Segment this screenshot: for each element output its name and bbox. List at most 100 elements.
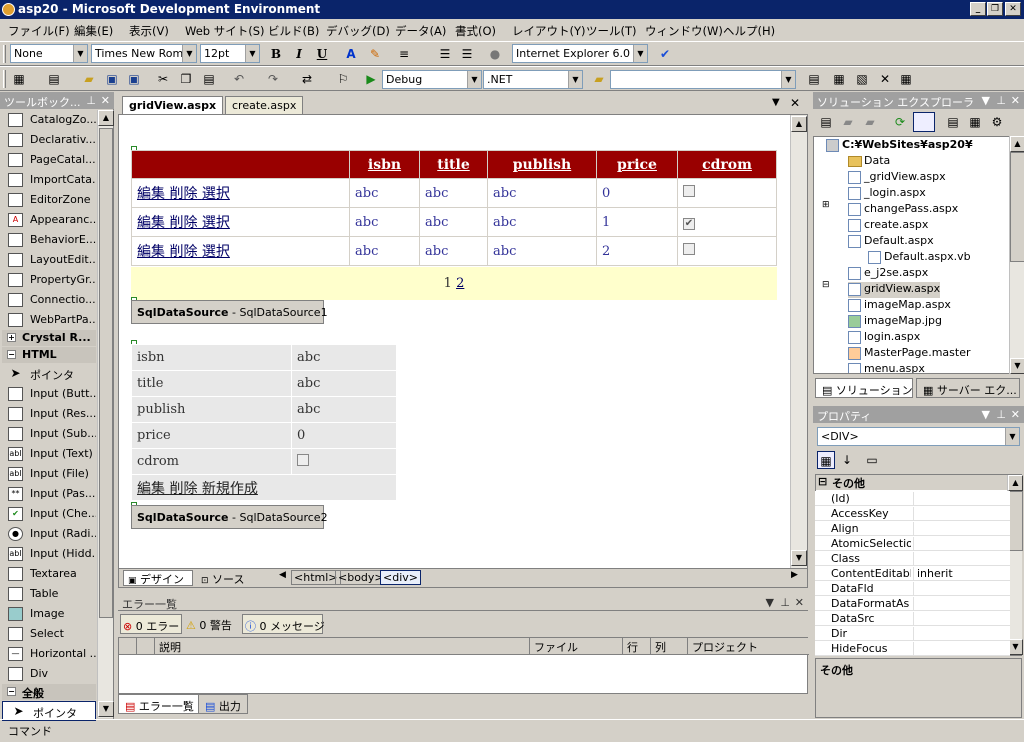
align-icon[interactable]: ≡: [395, 45, 413, 63]
delete-link[interactable]: 削除: [169, 481, 197, 497]
column-header-cdrom[interactable]: cdrom: [677, 150, 777, 179]
edit-link[interactable]: 編集: [137, 215, 165, 231]
scroll-thumb[interactable]: [99, 128, 113, 618]
menu-build[interactable]: ビルド(B): [268, 23, 319, 39]
tool-declarative[interactable]: Declarativ...: [0, 130, 96, 150]
category-html[interactable]: − HTML: [2, 347, 96, 363]
tool-input-checkbox[interactable]: ✔ Input (Che...: [0, 504, 96, 524]
tool-input-reset[interactable]: Input (Res...: [0, 404, 96, 424]
tool-image[interactable]: Image: [0, 604, 96, 624]
column-header-isbn[interactable]: isbn: [349, 150, 420, 179]
property-row[interactable]: DataFormatAs: [815, 596, 1010, 611]
save-icon[interactable]: ▣: [103, 70, 121, 88]
column-header-price[interactable]: price: [596, 150, 678, 179]
menu-file[interactable]: ファイル(F): [8, 23, 70, 39]
solution-scrollbar[interactable]: ▲ ▼: [1009, 136, 1024, 374]
delete-link[interactable]: 削除: [169, 215, 197, 231]
collapse-icon[interactable]: ⊟: [822, 280, 830, 290]
tab-server[interactable]: ▦ サーバー エク...: [916, 378, 1020, 398]
object-selector[interactable]: <DIV> ▼: [817, 427, 1020, 446]
scroll-up-icon[interactable]: ▲: [1008, 475, 1023, 491]
select-link[interactable]: 選択: [202, 215, 230, 231]
tag-body[interactable]: <body>: [335, 570, 387, 585]
property-row[interactable]: Class: [815, 551, 1010, 566]
property-row[interactable]: DataSrc: [815, 611, 1010, 626]
menu-data[interactable]: データ(A): [395, 23, 446, 39]
tool-div[interactable]: Div: [0, 664, 96, 684]
property-row[interactable]: HideFocus: [815, 641, 1010, 656]
font-combo[interactable]: Times New Roma ▼: [91, 44, 197, 63]
property-row[interactable]: Align: [815, 521, 1010, 536]
scroll-right-icon[interactable]: ▶: [791, 570, 798, 580]
alphabetical-icon[interactable]: ↓: [838, 451, 856, 469]
show-all-icon[interactable]: ▰: [839, 113, 857, 131]
add-item-icon[interactable]: ▤: [45, 70, 63, 88]
tool-editorzone[interactable]: EditorZone: [0, 190, 96, 210]
column-line[interactable]: 行: [623, 638, 651, 654]
delete-link[interactable]: 削除: [169, 186, 197, 202]
column-file[interactable]: ファイル: [530, 638, 623, 654]
tool-appearance[interactable]: A Appearanc...: [0, 210, 96, 230]
copy-icon[interactable]: ❐: [177, 70, 195, 88]
menu-edit[interactable]: 編集(E): [74, 23, 113, 39]
platform-combo[interactable]: .NET ▼: [483, 70, 583, 89]
bold-button[interactable]: B: [267, 45, 285, 63]
sqldatasource2[interactable]: SqlDataSource - SqlDataSource2: [131, 505, 328, 529]
new-link[interactable]: 新規作成: [202, 481, 258, 497]
pager-link[interactable]: 2: [456, 276, 464, 291]
navigate-icon[interactable]: ⇄: [298, 70, 316, 88]
property-pages-icon[interactable]: ▭: [863, 451, 881, 469]
tree-root[interactable]: C:¥WebSites¥asp20¥: [826, 138, 973, 154]
tree-item[interactable]: changePass.aspx: [848, 202, 958, 218]
column-description[interactable]: 説明: [155, 638, 530, 654]
tab-error-list[interactable]: ▤ エラー一覧: [118, 694, 201, 714]
property-row[interactable]: ContentEditable inherit: [815, 566, 1010, 581]
menu-debug[interactable]: デバッグ(D): [326, 23, 390, 39]
paste-icon[interactable]: ▤: [200, 70, 218, 88]
category-general[interactable]: − 全般: [2, 684, 96, 700]
tag-div[interactable]: <div>: [380, 570, 421, 585]
tree-item[interactable]: menu.aspx: [848, 362, 925, 373]
tree-item[interactable]: login.aspx: [848, 330, 920, 346]
tab-create[interactable]: create.aspx: [225, 96, 304, 114]
toolbar-grip[interactable]: [3, 70, 6, 88]
tool-input-password[interactable]: ** Input (Pas...: [0, 484, 96, 504]
target-browser-combo[interactable]: Internet Explorer 6.0 ▼: [512, 44, 648, 63]
menu-format[interactable]: 書式(O): [455, 23, 496, 39]
scroll-down-icon[interactable]: ▼: [1010, 358, 1024, 374]
property-row[interactable]: AccessKey: [815, 506, 1010, 521]
tool-pagecatalog[interactable]: PageCatal...: [0, 150, 96, 170]
highlight-icon[interactable]: ✎: [366, 45, 384, 63]
column-column[interactable]: 列: [651, 638, 688, 654]
numbered-list-icon[interactable]: ☰: [436, 45, 454, 63]
tab-solution[interactable]: ▤ ソリューション ...: [815, 378, 913, 398]
edit-link[interactable]: 編集: [137, 244, 165, 260]
tool-catalogzone[interactable]: CatalogZo...: [0, 110, 96, 130]
undo-icon[interactable]: ↶: [230, 70, 248, 88]
property-row[interactable]: AtomicSelection: [815, 536, 1010, 551]
menu-window[interactable]: ウィンドウ(W): [645, 23, 723, 39]
open-folder-icon[interactable]: ▰: [80, 70, 98, 88]
toolbox-scrollbar[interactable]: ▲ ▼: [97, 110, 114, 718]
design-surface[interactable]: isbn title publish price cdrom 編集 削除 選択 …: [118, 114, 808, 569]
minimize-button[interactable]: _: [970, 2, 986, 16]
tool-pointer[interactable]: ➤ ポインタ: [0, 364, 96, 384]
tree-item[interactable]: imageMap.aspx: [848, 298, 951, 314]
tool-textarea[interactable]: Textarea: [0, 564, 96, 584]
size-combo[interactable]: 12pt ▼: [200, 44, 260, 63]
cut-icon[interactable]: ✂: [154, 70, 172, 88]
scroll-up-icon[interactable]: ▲: [1010, 136, 1024, 152]
tab-gridview[interactable]: gridView.aspx: [122, 96, 224, 114]
solution-explorer-icon[interactable]: ▤: [805, 70, 823, 88]
delete-link[interactable]: 削除: [169, 244, 197, 260]
property-row[interactable]: Dir: [815, 626, 1010, 641]
menu-help[interactable]: ヘルプ(H): [723, 23, 775, 39]
object-browser-icon[interactable]: ▧: [853, 70, 871, 88]
property-row[interactable]: (Id): [815, 491, 1010, 506]
menu-tools[interactable]: ツール(T): [586, 23, 637, 39]
messages-filter-button[interactable]: ⓘ 0 メッセージ: [242, 614, 325, 634]
source-view-tab[interactable]: ⊡ ソース: [201, 571, 245, 587]
property-row[interactable]: DataFld: [815, 581, 1010, 596]
select-link[interactable]: 選択: [202, 186, 230, 202]
spellcheck-icon[interactable]: ✔: [656, 45, 674, 63]
